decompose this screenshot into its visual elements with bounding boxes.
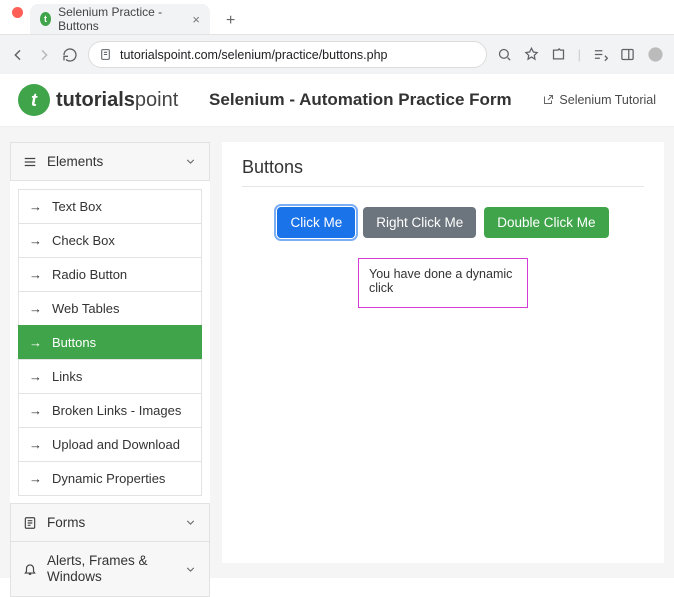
- result-message-box: You have done a dynamic click: [358, 258, 528, 308]
- form-icon: [23, 516, 37, 530]
- sidebar-section-label: Forms: [47, 515, 85, 530]
- sidebar: Elements →Text Box →Check Box →Radio But…: [10, 142, 210, 563]
- chevron-down-icon: [184, 563, 197, 576]
- close-tab-icon[interactable]: ×: [192, 12, 200, 27]
- browser-toolbar: tutorialspoint.com/selenium/practice/but…: [0, 34, 674, 74]
- forward-button[interactable]: [36, 47, 52, 63]
- profile-icon[interactable]: [647, 46, 664, 63]
- arrow-right-icon: →: [29, 403, 42, 418]
- menu-icon: [23, 155, 37, 169]
- sidebar-item-links[interactable]: →Links: [18, 359, 202, 394]
- logo-badge-icon: t: [18, 84, 50, 116]
- media-icon[interactable]: [593, 47, 608, 62]
- toolbar-right-icons: |: [497, 46, 664, 63]
- arrow-right-icon: →: [29, 301, 42, 316]
- result-message: You have done a dynamic click: [369, 267, 512, 295]
- back-button[interactable]: [10, 47, 26, 63]
- double-click-me-button[interactable]: Double Click Me: [484, 207, 608, 238]
- sidebar-item-upload[interactable]: →Upload and Download: [18, 427, 202, 462]
- chevron-down-icon: [184, 155, 197, 168]
- tab-title: Selenium Practice - Buttons: [58, 5, 175, 33]
- main-heading: Buttons: [242, 157, 644, 178]
- button-row: Click Me Right Click Me Double Click Me: [242, 207, 644, 238]
- new-tab-button[interactable]: +: [220, 8, 241, 34]
- sidebar-item-buttons[interactable]: →Buttons: [18, 325, 202, 360]
- site-header: t tutorialspoint Selenium - Automation P…: [0, 74, 674, 127]
- extensions-icon[interactable]: [551, 47, 566, 62]
- arrow-right-icon: →: [29, 471, 42, 486]
- sidebar-item-checkbox[interactable]: →Check Box: [18, 223, 202, 258]
- browser-tab[interactable]: t Selenium Practice - Buttons ×: [30, 4, 210, 34]
- divider: [242, 186, 644, 187]
- right-click-me-button[interactable]: Right Click Me: [363, 207, 476, 238]
- site-info-icon: [99, 48, 112, 61]
- close-window-icon[interactable]: [12, 7, 23, 18]
- sidebar-item-dynamic[interactable]: →Dynamic Properties: [18, 461, 202, 496]
- sidebar-section-label: Elements: [47, 154, 103, 169]
- address-bar[interactable]: tutorialspoint.com/selenium/practice/but…: [88, 41, 487, 68]
- sidebar-item-radiobutton[interactable]: →Radio Button: [18, 257, 202, 292]
- tab-strip: t Selenium Practice - Buttons × +: [0, 0, 674, 34]
- bookmark-star-icon[interactable]: [524, 47, 539, 62]
- page-title: Selenium - Automation Practice Form: [209, 90, 512, 110]
- external-link-icon: [542, 94, 554, 106]
- arrow-right-icon: →: [29, 437, 42, 452]
- sidebar-item-brokenlinks[interactable]: →Broken Links - Images: [18, 393, 202, 428]
- sidebar-item-textbox[interactable]: →Text Box: [18, 189, 202, 224]
- content-wrap: Elements →Text Box →Check Box →Radio But…: [0, 127, 674, 578]
- logo-text: tutorialspoint: [56, 89, 178, 112]
- main-panel: Buttons Click Me Right Click Me Double C…: [222, 142, 664, 563]
- url-text: tutorialspoint.com/selenium/practice/but…: [120, 48, 388, 62]
- arrow-right-icon: →: [29, 267, 42, 282]
- favicon-icon: t: [40, 12, 51, 26]
- reload-button[interactable]: [62, 47, 78, 63]
- bell-icon: [23, 562, 37, 576]
- chevron-down-icon: [184, 516, 197, 529]
- click-me-button[interactable]: Click Me: [277, 207, 355, 238]
- panel-icon[interactable]: [620, 47, 635, 62]
- sidebar-section-forms[interactable]: Forms: [10, 503, 210, 542]
- selenium-tutorial-link[interactable]: Selenium Tutorial: [542, 93, 656, 107]
- sidebar-elements-items: →Text Box →Check Box →Radio Button →Web …: [10, 181, 210, 504]
- arrow-right-icon: →: [29, 335, 42, 350]
- arrow-right-icon: →: [29, 199, 42, 214]
- arrow-right-icon: →: [29, 369, 42, 384]
- sidebar-section-alerts[interactable]: Alerts, Frames & Windows: [10, 541, 210, 597]
- logo[interactable]: t tutorialspoint: [18, 84, 178, 116]
- zoom-icon[interactable]: [497, 47, 512, 62]
- sidebar-section-elements[interactable]: Elements: [10, 142, 210, 181]
- sidebar-section-label: Alerts, Frames & Windows: [47, 553, 157, 585]
- arrow-right-icon: →: [29, 233, 42, 248]
- sidebar-item-webtables[interactable]: →Web Tables: [18, 291, 202, 326]
